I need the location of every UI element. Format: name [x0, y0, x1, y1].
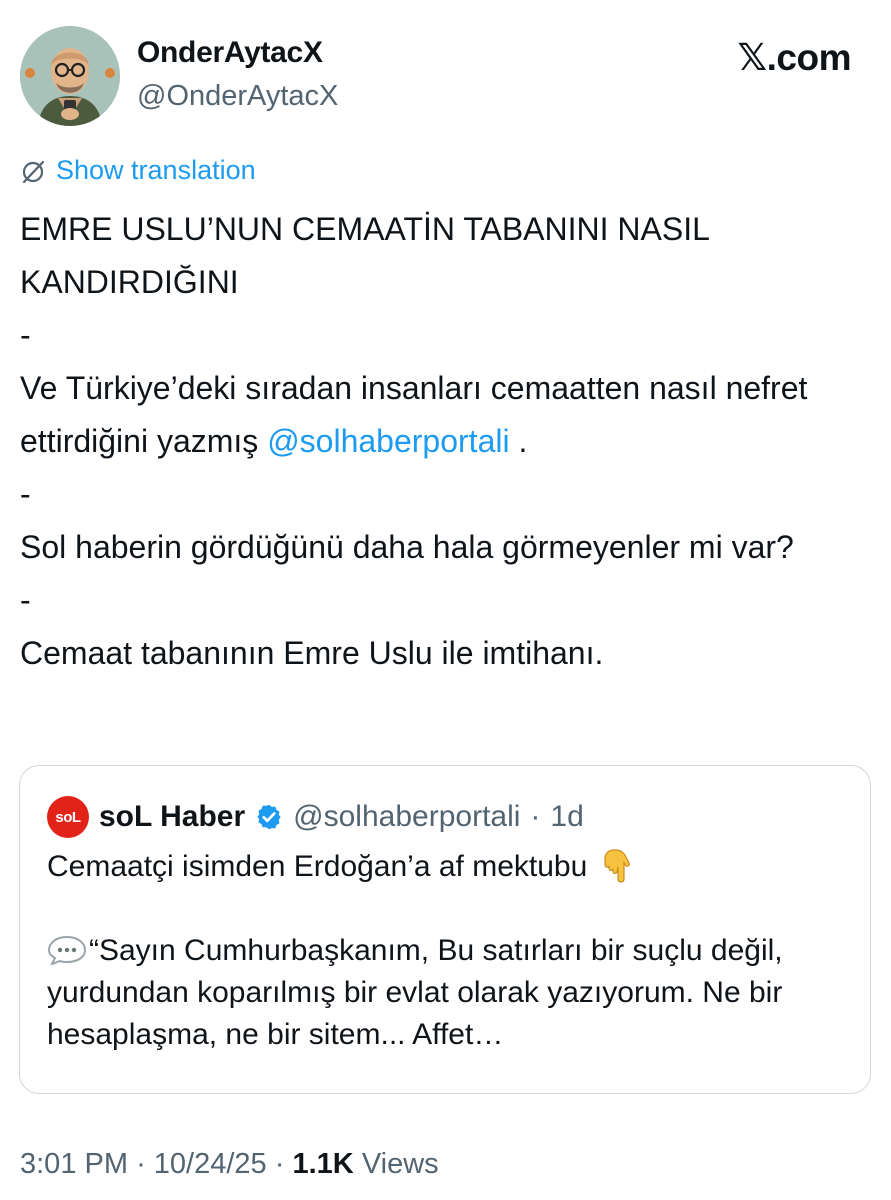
author-avatar[interactable]	[20, 26, 120, 126]
quoted-tweet-card[interactable]: soL soL Haber @solhaberportali · 1d Cema…	[19, 765, 871, 1094]
x-brand-logo: 𝕏.com	[737, 36, 851, 79]
quoted-tweet-title-line: Cemaatçi isimden Erdoğan’a af mektubu	[47, 846, 847, 888]
quoted-tweet-title: Cemaatçi isimden Erdoğan’a af mektubu	[47, 850, 588, 883]
quoted-tweet-excerpt: “Sayın Cumhurbaşkanım, Bu satırları bir …	[47, 930, 847, 1056]
show-translation-link[interactable]: Show translation	[20, 155, 256, 186]
tweet-body: EMRE USLU’NUN CEMAATİN TABANINI NASIL KA…	[20, 203, 870, 680]
tweet-dash: -	[20, 582, 31, 618]
verified-badge-icon	[257, 804, 281, 830]
quoted-tweet-body: Cemaatçi isimden Erdoğan’a af mektubu “S…	[47, 846, 847, 1056]
views-label: Views	[361, 1148, 439, 1180]
quoted-tweet-excerpt-text: “Sayın Cumhurbaşkanım, Bu satırları bir …	[47, 934, 783, 1051]
sol-haber-logo[interactable]: soL	[47, 796, 89, 838]
pointing-down-icon	[604, 849, 630, 883]
x-logo-icon: 𝕏	[737, 36, 767, 79]
author-handle[interactable]: @OnderAytacX	[137, 80, 338, 113]
brand-suffix: .com	[766, 37, 852, 78]
meta-separator: ·	[530, 800, 541, 833]
tweet-time[interactable]: 3:01 PM	[20, 1148, 128, 1180]
author-display-name[interactable]: OnderAytacX	[137, 36, 323, 70]
quoted-author-handle[interactable]: @solhaberportali	[293, 800, 520, 834]
mention-link[interactable]: @solhaberportali	[267, 423, 509, 459]
tweet-text-segment: .	[509, 423, 528, 459]
tweet-meta-footer: 3:01 PM · 10/24/25 · 1.1K Views	[20, 1148, 439, 1181]
show-translation-label[interactable]: Show translation	[56, 155, 256, 186]
speech-bubble-icon	[47, 935, 87, 965]
avatar-illustration	[20, 26, 120, 126]
views-count[interactable]: 1.1K	[292, 1148, 353, 1180]
tweet-dash: -	[20, 317, 31, 353]
tweet-dash: -	[20, 476, 31, 512]
tweet-line: EMRE USLU’NUN CEMAATİN TABANINI NASIL KA…	[20, 211, 709, 300]
quoted-tweet-age[interactable]: 1d	[550, 800, 583, 834]
tweet-line: Sol haberin gördüğünü daha hala görmeyen…	[20, 529, 794, 565]
quoted-author-name[interactable]: soL Haber	[99, 800, 245, 834]
meta-separator: ·	[274, 1148, 285, 1180]
tweet-date[interactable]: 10/24/25	[154, 1148, 267, 1180]
tweet-line: Cemaat tabanının Emre Uslu ile imtihanı.	[20, 635, 604, 671]
tweet-line: Ve Türkiye’deki sıradan insanları cemaat…	[20, 362, 870, 468]
quoted-tweet-header: soL soL Haber @solhaberportali · 1d	[47, 796, 584, 838]
globe-slash-icon	[22, 160, 45, 183]
meta-separator: ·	[136, 1148, 146, 1180]
